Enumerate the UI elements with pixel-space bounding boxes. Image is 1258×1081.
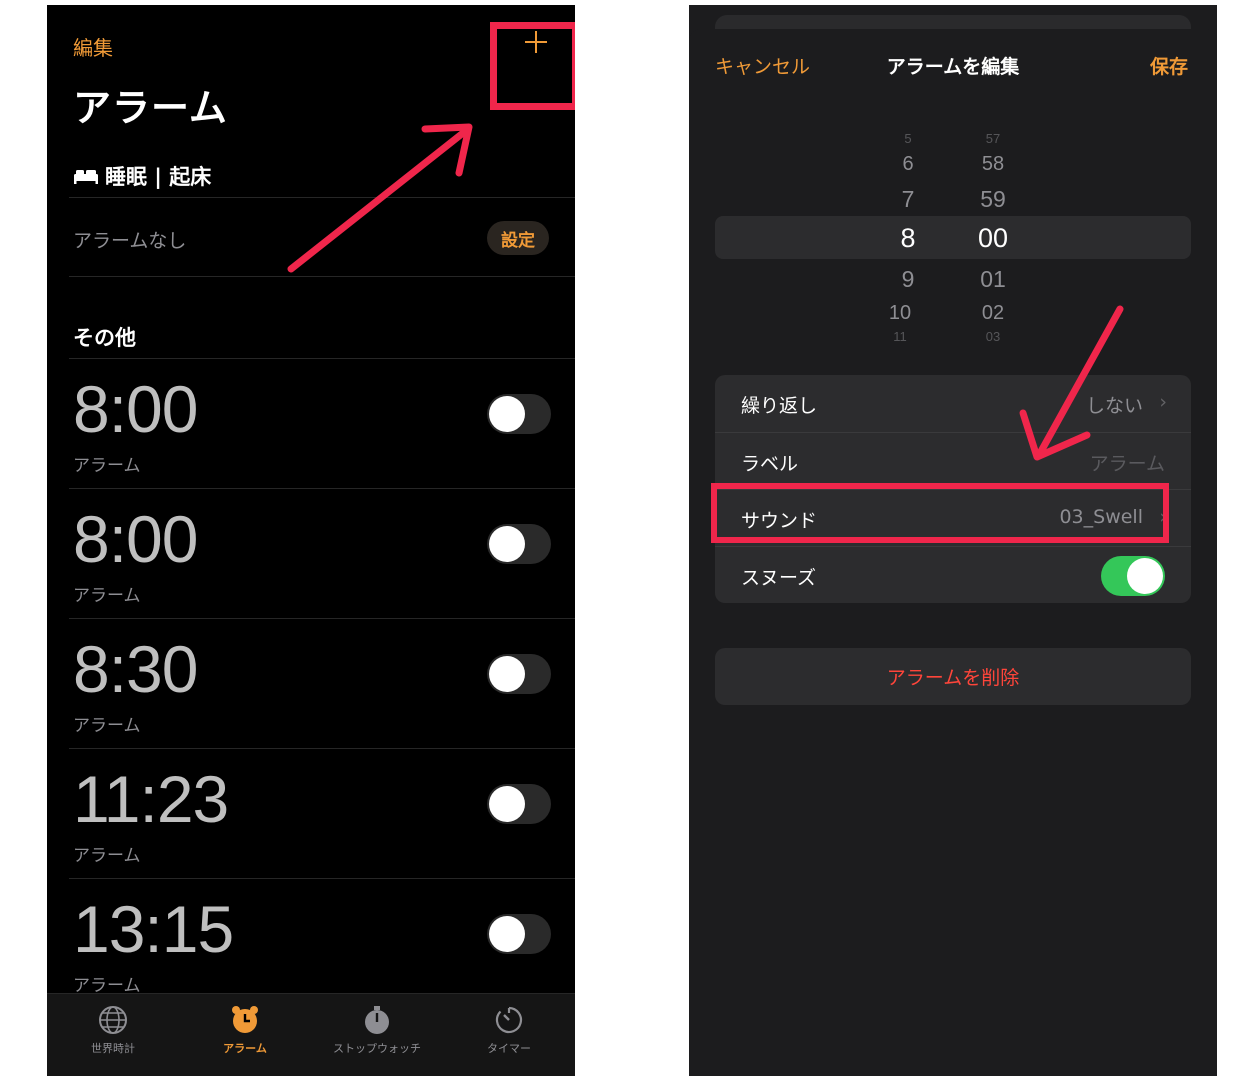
edit-alarm-screen: キャンセル アラームを編集 保存 5 6 7 8 9 10 11 57 58 5…: [689, 5, 1217, 1076]
delete-alarm-button[interactable]: アラームを削除: [715, 648, 1191, 705]
minute-selected[interactable]: 00: [963, 223, 1023, 254]
minute-option[interactable]: 01: [963, 266, 1023, 293]
alarm-row[interactable]: 8:00 アラーム: [69, 488, 575, 618]
annotation-arrow: [1019, 305, 1124, 461]
sheet-title: アラームを編集: [886, 56, 1020, 78]
alarm-toggle[interactable]: [487, 784, 551, 824]
minute-option[interactable]: 59: [963, 186, 1023, 213]
alarm-time: 8:30: [73, 632, 198, 706]
alarm-time: 8:00: [73, 502, 198, 576]
hour-option[interactable]: 11: [870, 329, 930, 344]
tab-label: ストップウォッチ: [333, 1042, 421, 1055]
alarm-clock-icon: [232, 1006, 258, 1033]
annotation-arrow: [287, 123, 473, 273]
alarm-toggle[interactable]: [487, 654, 551, 694]
tab-bar: 世界時計 アラーム ストップウォッチ タイマー: [47, 993, 575, 1076]
alarm-toggle[interactable]: [487, 524, 551, 564]
save-button[interactable]: 保存: [1150, 52, 1188, 79]
label-label: ラベル: [741, 453, 799, 475]
alarm-row[interactable]: 11:23 アラーム: [69, 748, 575, 878]
sleep-wake-label: 睡眠 | 起床: [105, 165, 212, 189]
alarm-label: アラーム: [73, 716, 141, 736]
alarm-time: 11:23: [73, 762, 229, 836]
add-button-highlight-box: [490, 22, 575, 110]
alarm-time: 8:00: [73, 372, 198, 446]
picker-selection-band: [715, 216, 1191, 259]
hour-option[interactable]: 5: [878, 131, 938, 146]
hour-option[interactable]: 10: [870, 302, 930, 325]
snooze-row: スヌーズ: [715, 546, 1191, 603]
edit-button[interactable]: 編集: [73, 32, 113, 61]
toggle-knob: [489, 786, 525, 822]
hour-option[interactable]: 7: [878, 186, 938, 213]
no-alarm-label: アラームなし: [73, 230, 187, 252]
tab-label: タイマー: [487, 1042, 531, 1055]
alarm-label: アラーム: [73, 586, 141, 606]
tab-timer[interactable]: タイマー: [443, 994, 575, 1076]
alarm-label: アラーム: [73, 846, 141, 866]
alarm-row[interactable]: 13:15 アラーム: [69, 878, 575, 1008]
sleep-wake-header: 睡眠 | 起床: [73, 161, 211, 191]
set-sleep-button[interactable]: 設定: [487, 221, 549, 255]
tab-label: アラーム: [223, 1042, 267, 1055]
hour-option[interactable]: 9: [878, 266, 938, 293]
chevron-right-icon: ›: [1159, 391, 1167, 413]
tab-label: 世界時計: [91, 1042, 135, 1055]
other-alarms-header: その他: [73, 326, 136, 350]
hour-option[interactable]: 6: [878, 153, 938, 176]
snooze-label: スヌーズ: [741, 567, 817, 589]
toggle-knob: [489, 396, 525, 432]
toggle-knob: [489, 656, 525, 692]
alarm-toggle[interactable]: [487, 394, 551, 434]
stopwatch-icon: [365, 1006, 389, 1034]
toggle-knob: [489, 916, 525, 952]
alarm-list-screen: 編集 アラーム 睡眠 | 起床 アラームなし 設定 その他 8:00 アラーム …: [47, 5, 575, 1076]
snooze-toggle[interactable]: [1101, 556, 1165, 596]
alarm-row[interactable]: 8:00 アラーム: [69, 358, 575, 488]
alarm-toggle[interactable]: [487, 914, 551, 954]
minute-option[interactable]: 57: [963, 131, 1023, 146]
toggle-knob: [489, 526, 525, 562]
toggle-knob: [1127, 558, 1163, 594]
alarm-time: 13:15: [73, 892, 234, 966]
hour-selected[interactable]: 8: [878, 223, 938, 254]
tab-stopwatch[interactable]: ストップウォッチ: [311, 994, 443, 1076]
repeat-label: 繰り返し: [741, 395, 818, 417]
alarm-row[interactable]: 8:30 アラーム: [69, 618, 575, 748]
tab-world-clock[interactable]: 世界時計: [47, 994, 179, 1076]
minute-option[interactable]: 58: [963, 153, 1023, 176]
timer-icon: [495, 1006, 523, 1034]
alarm-label: アラーム: [73, 456, 141, 476]
tab-alarm[interactable]: アラーム: [179, 994, 311, 1076]
bed-icon: [74, 170, 98, 184]
sound-row-highlight-box: [711, 483, 1169, 543]
globe-icon: [99, 1006, 127, 1034]
page-title: アラーム: [73, 86, 228, 130]
